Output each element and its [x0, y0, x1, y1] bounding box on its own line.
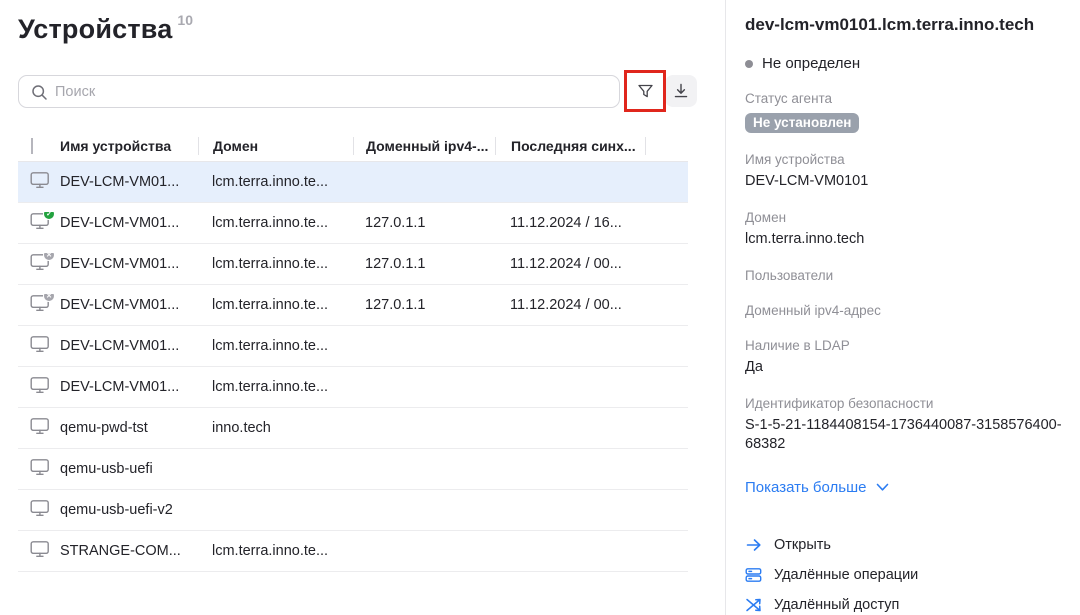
field-value-domain: lcm.terra.inno.tech [745, 230, 1062, 249]
field-label-domain: Домен [745, 210, 1062, 226]
funnel-icon [637, 83, 654, 100]
device-name-cell: DEV-LCM-VM01... [60, 338, 198, 354]
table-row-strange-com[interactable]: STRANGE-COM... lcm.terra.inno.te... [18, 531, 688, 572]
devices-app: Устройства 10 [0, 0, 1080, 615]
arrow-right-icon [745, 536, 762, 553]
device-domain-cell: lcm.terra.inno.te... [198, 543, 353, 559]
device-status-badge [43, 253, 55, 261]
devices-table: Имя устройства Домен Доменный ipv4-... П… [18, 130, 688, 572]
status-dot-icon [745, 60, 753, 68]
device-name-cell: STRANGE-COM... [60, 543, 198, 559]
device-name-cell: DEV-LCM-VM01... [60, 215, 198, 231]
device-sync-cell: 11.12.2024 / 00... [495, 297, 645, 313]
download-button[interactable] [665, 75, 697, 107]
filter-button[interactable] [629, 75, 661, 107]
field-value-ldap: Да [745, 358, 1062, 377]
table-row-qemu-pwd-tst[interactable]: qemu-pwd-tst inno.tech [18, 408, 688, 449]
agent-status-badge: Не установлен [745, 113, 859, 133]
device-domain-cell: lcm.terra.inno.te... [198, 379, 353, 395]
field-label-device-name: Имя устройства [745, 152, 1062, 168]
remote-access-button[interactable]: Удалённый доступ [745, 596, 1062, 613]
device-ip-cell: 127.0.1.1 [353, 256, 495, 272]
column-header-ipv4[interactable]: Доменный ipv4-... [353, 137, 495, 155]
show-more-button[interactable]: Показать больше [745, 479, 889, 496]
device-name-cell: DEV-LCM-VM01... [60, 256, 198, 272]
table-row-qemu-usb-uefi-v2[interactable]: qemu-usb-uefi-v2 [18, 490, 688, 531]
device-ip-cell: 127.0.1.1 [353, 215, 495, 231]
device-status-row: Не определен [745, 55, 1062, 72]
device-domain-cell: lcm.terra.inno.te... [198, 174, 353, 190]
chevron-down-icon [876, 483, 889, 492]
field-value-sid: S-1-5-21-1184408154-1736440087-315857640… [745, 416, 1062, 454]
device-name-cell: qemu-usb-uefi-v2 [60, 502, 198, 518]
device-name-cell: qemu-usb-uefi [60, 461, 198, 477]
device-domain-cell: lcm.terra.inno.te... [198, 338, 353, 354]
device-monitor-icon [30, 171, 50, 189]
table-row-dev-lcm-vm01-6[interactable]: DEV-LCM-VM01... lcm.terra.inno.te... [18, 367, 688, 408]
field-value-device-name: DEV-LCM-VM0101 [745, 172, 1062, 191]
search-icon [31, 84, 48, 101]
remote-operations-button[interactable]: Удалённые операции [745, 566, 1062, 583]
device-name-cell: DEV-LCM-VM01... [60, 174, 198, 190]
device-domain-cell: lcm.terra.inno.te... [198, 215, 353, 231]
device-status-badge [43, 212, 55, 220]
device-monitor-icon [30, 212, 50, 230]
agent-status-label: Статус агента [745, 91, 1062, 107]
show-more-label: Показать больше [745, 479, 866, 496]
table-row-dev-lcm-vm01-2[interactable]: DEV-LCM-VM01... lcm.terra.inno.te... 127… [18, 203, 688, 244]
device-name-cell: DEV-LCM-VM01... [60, 297, 198, 313]
panel-title: dev-lcm-vm0101.lcm.terra.inno.tech [745, 14, 1062, 36]
field-label-ldap: Наличие в LDAP [745, 338, 1062, 354]
select-all-checkbox[interactable] [31, 138, 33, 154]
device-domain-cell: inno.tech [198, 420, 353, 436]
table-row-dev-lcm-vm01-3[interactable]: DEV-LCM-VM01... lcm.terra.inno.te... 127… [18, 244, 688, 285]
toolbar [18, 75, 708, 108]
search-input[interactable] [55, 77, 605, 106]
select-all-cell [18, 138, 60, 154]
device-monitor-icon [30, 376, 50, 394]
device-sync-cell: 11.12.2024 / 16... [495, 215, 645, 231]
column-header-spacer [645, 137, 688, 155]
table-row-qemu-usb-uefi[interactable]: qemu-usb-uefi [18, 449, 688, 490]
device-monitor-icon [30, 499, 50, 517]
search-box [18, 75, 620, 108]
device-sync-cell: 11.12.2024 / 00... [495, 256, 645, 272]
download-icon [673, 83, 689, 99]
field-label-sid: Идентификатор безопасности [745, 396, 1062, 412]
device-domain-cell: lcm.terra.inno.te... [198, 256, 353, 272]
remote-access-icon [745, 596, 762, 613]
column-header-name[interactable]: Имя устройства [60, 138, 198, 154]
field-label-users: Пользователи [745, 268, 1062, 284]
status-text: Не определен [762, 55, 860, 72]
device-detail-panel: dev-lcm-vm0101.lcm.terra.inno.tech Не оп… [726, 0, 1080, 615]
device-status-badge [43, 294, 55, 302]
table-row-dev-lcm-vm01-5[interactable]: DEV-LCM-VM01... lcm.terra.inno.te... [18, 326, 688, 367]
device-monitor-icon [30, 417, 50, 435]
open-device-label: Открыть [774, 537, 831, 553]
device-monitor-icon [30, 335, 50, 353]
remote-access-label: Удалённый доступ [774, 597, 899, 613]
table-row-dev-lcm-vm0101[interactable]: DEV-LCM-VM01... lcm.terra.inno.te... [18, 162, 688, 203]
panel-actions: Открыть Удалённые операции [745, 536, 1062, 613]
device-name-cell: qemu-pwd-tst [60, 420, 198, 436]
table-row-dev-lcm-vm01-4[interactable]: DEV-LCM-VM01... lcm.terra.inno.te... 127… [18, 285, 688, 326]
device-monitor-icon [30, 540, 50, 558]
field-label-ipv4: Доменный ipv4-адрес [745, 303, 1062, 319]
column-header-domain[interactable]: Домен [198, 137, 353, 155]
device-domain-cell: lcm.terra.inno.te... [198, 297, 353, 313]
device-ip-cell: 127.0.1.1 [353, 297, 495, 313]
open-device-button[interactable]: Открыть [745, 536, 1062, 553]
device-monitor-icon [30, 253, 50, 271]
remote-operations-label: Удалённые операции [774, 567, 918, 583]
page-head: Устройства 10 [18, 14, 193, 45]
device-name-cell: DEV-LCM-VM01... [60, 379, 198, 395]
device-monitor-icon [30, 458, 50, 476]
table-header: Имя устройства Домен Доменный ipv4-... П… [18, 130, 688, 162]
device-monitor-icon [30, 294, 50, 312]
devices-main: Устройства 10 [0, 0, 725, 615]
remote-operations-icon [745, 566, 762, 583]
column-header-sync[interactable]: Последняя синх... [495, 137, 645, 155]
page-title: Устройства [18, 14, 172, 44]
page-count-badge: 10 [177, 12, 193, 28]
